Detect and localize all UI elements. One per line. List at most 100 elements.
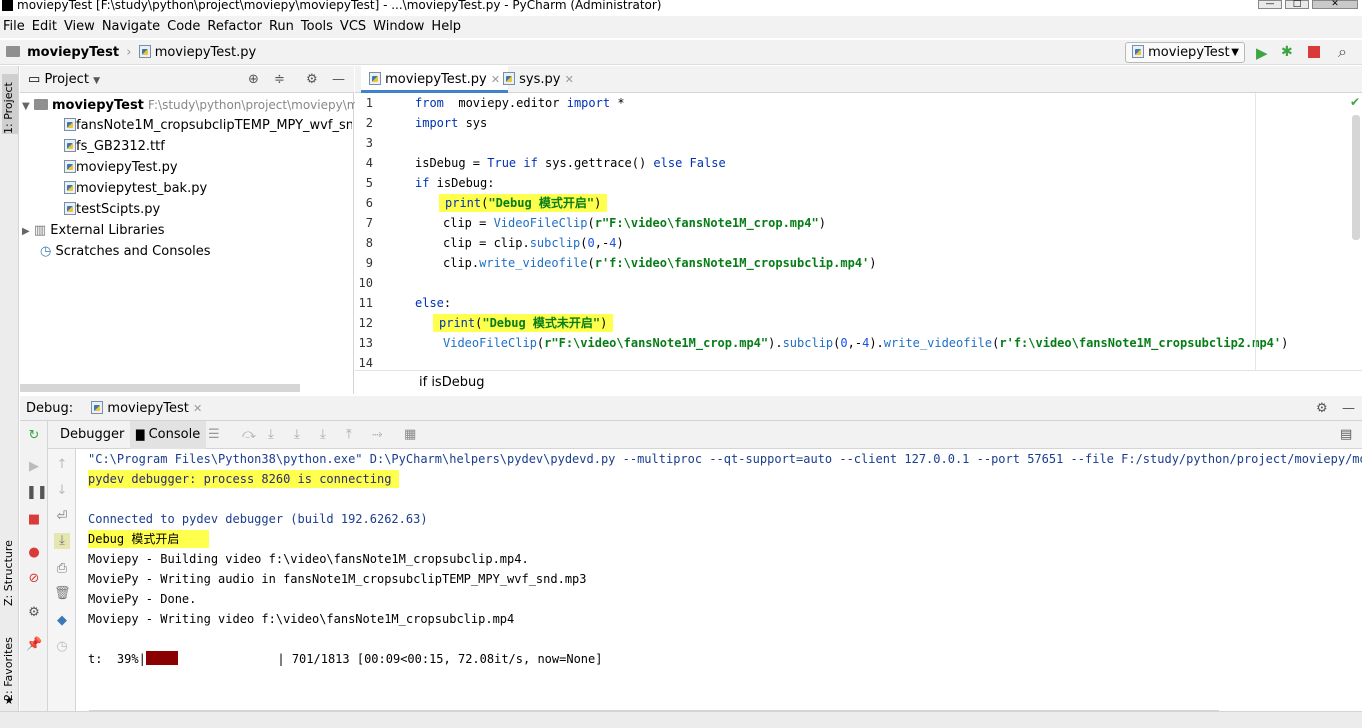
tab-structure[interactable]: Z: Structure	[2, 536, 18, 606]
menu-help[interactable]: Help	[431, 19, 461, 34]
locate-icon[interactable]: ⊕	[248, 66, 259, 93]
left-tool-strip: 1: Project Z: Structure 2: Favorites ★	[0, 66, 19, 728]
debug-icon[interactable]: ✱	[1281, 44, 1293, 60]
editor-gutter: 1 2 3 4 5 6 7 8 9 10 11 12 13 14	[355, 93, 435, 370]
python-file-icon	[503, 72, 515, 85]
clock-icon[interactable]: ◷	[54, 639, 70, 655]
menu-icon[interactable]: ☰	[208, 421, 220, 449]
run-config-dropdown[interactable]: moviepyTest ▼	[1125, 42, 1245, 63]
pin-icon[interactable]: 📌	[26, 637, 42, 653]
close-icon[interactable]: ✕	[193, 402, 202, 415]
menu-run[interactable]: Run	[269, 19, 294, 34]
python-file-icon	[138, 45, 151, 58]
console-output[interactable]: "C:\Program Files\Python38\python.exe" D…	[77, 449, 1362, 718]
stop-icon[interactable]	[1308, 46, 1320, 58]
step-over-icon[interactable]: ⤼	[242, 421, 256, 449]
stop-icon[interactable]: ■	[26, 512, 42, 528]
collapse-icon[interactable]: ≑	[274, 66, 285, 93]
code-line: import sys	[415, 116, 488, 130]
nav-project[interactable]: moviepyTest	[27, 45, 119, 60]
tab-label: sys.py	[519, 72, 561, 87]
run-icon[interactable]: ▶	[1256, 44, 1268, 62]
horizontal-scrollbar[interactable]	[20, 384, 300, 392]
menu-window[interactable]: Window	[373, 19, 424, 34]
vertical-scrollbar[interactable]	[1352, 115, 1360, 240]
menu-view[interactable]: View	[64, 19, 95, 34]
line-number: 5	[365, 176, 373, 190]
list-item[interactable]: moviepyTest.py	[64, 158, 178, 178]
mute-breakpoints-icon[interactable]: ⊘	[26, 571, 42, 587]
menu-file[interactable]: File	[3, 19, 25, 34]
force-step-into-icon[interactable]: ⤓	[320, 421, 326, 449]
tree-root[interactable]: ▼ moviepyTest F:\study\python\project\mo…	[22, 95, 366, 117]
python-file-icon	[64, 202, 76, 215]
list-item[interactable]: fs_GB2312.ttf	[64, 137, 165, 157]
rerun-icon[interactable]: ↻	[26, 428, 42, 444]
file-name: testScipts.py	[76, 202, 161, 217]
evaluate-icon[interactable]: ▦	[404, 421, 416, 449]
gear-icon[interactable]: ⚙	[26, 605, 42, 621]
breakpoints-icon[interactable]: ●	[26, 545, 42, 561]
pause-icon[interactable]: ❚❚	[26, 485, 48, 501]
python-console-icon[interactable]: ◆	[54, 613, 70, 629]
minimize-button[interactable]: —	[1258, 0, 1282, 9]
console-toolbar: ↑ ↓ ⏎ ⤓ ⎙ 🗑 ◆ ◷	[48, 449, 76, 711]
scroll-to-end-icon[interactable]: ⤓	[54, 533, 70, 549]
trash-icon[interactable]: 🗑	[54, 586, 71, 602]
menu-tools[interactable]: Tools	[301, 19, 333, 34]
console-line: Debug 模式开启	[88, 529, 210, 549]
hide-icon[interactable]: —	[332, 66, 345, 93]
up-icon[interactable]: ↑	[54, 457, 70, 473]
file-name: moviepyTest.py	[76, 160, 178, 175]
debug-toolbar: ↻ ▶ ❚❚ ■ ● ⊘ ⚙ 📌	[20, 421, 48, 711]
tab-moviepytest[interactable]: moviepyTest.py ✕	[361, 66, 509, 93]
console-line: Connected to pydev debugger (build 192.6…	[88, 512, 428, 526]
chevron-down-icon: ▼	[1231, 47, 1239, 58]
project-view-icon: ▭	[28, 72, 41, 87]
soft-wrap-icon[interactable]: ⏎	[54, 509, 70, 525]
pycharm-logo-icon	[2, 0, 13, 11]
tab-favorites[interactable]: 2: Favorites	[2, 631, 18, 701]
window-title: moviepyTest [F:\study\python\project\mov…	[17, 0, 662, 12]
list-item[interactable]: moviepytest_bak.py	[64, 179, 207, 199]
chevron-down-icon[interactable]: ▼	[93, 76, 100, 86]
step-out-icon[interactable]: ⤒	[346, 421, 352, 449]
code-editor[interactable]: from moviepy.editor import * import sys …	[405, 93, 1362, 370]
tree-scratches[interactable]: ◷ Scratches and Consoles	[40, 242, 211, 262]
file-name: moviepytest_bak.py	[76, 181, 208, 196]
breadcrumb-item[interactable]: if isDebug	[419, 375, 484, 390]
print-icon[interactable]: ⎙	[54, 561, 70, 577]
gear-icon[interactable]: ⚙	[1316, 396, 1328, 421]
layout-icon[interactable]: ▤	[1340, 421, 1352, 449]
step-into-my-code-icon[interactable]: ⤓	[294, 421, 300, 449]
nav-file[interactable]: moviepyTest.py	[155, 45, 257, 60]
gear-icon[interactable]: ⚙	[306, 66, 318, 93]
tab-debugger[interactable]: Debugger	[60, 421, 124, 449]
tab-console[interactable]: ▇ Console	[130, 421, 207, 449]
python-file-icon	[64, 181, 76, 194]
line-number: 12	[358, 316, 373, 330]
tree-external-libraries[interactable]: ▶ ▥ External Libraries	[22, 221, 165, 242]
menu-vcs[interactable]: VCS	[340, 19, 366, 34]
step-into-icon[interactable]: ⤓	[268, 421, 274, 449]
debug-session-tab[interactable]: moviepyTest	[107, 401, 188, 416]
search-icon[interactable]: ⌕	[1338, 42, 1347, 62]
menu-code[interactable]: Code	[167, 19, 200, 34]
menu-edit[interactable]: Edit	[32, 19, 57, 34]
hide-icon[interactable]: —	[1342, 396, 1355, 421]
list-item[interactable]: fansNote1M_cropsubclipTEMP_MPY_wvf_snd.m	[64, 116, 352, 136]
list-item[interactable]: testScipts.py	[64, 200, 160, 220]
down-icon[interactable]: ↓	[54, 483, 70, 499]
menu-navigate[interactable]: Navigate	[102, 19, 160, 34]
tab-project[interactable]: 1: Project	[2, 74, 18, 134]
project-panel-title[interactable]: Project	[44, 72, 88, 87]
close-window-button[interactable]: ✕	[1312, 0, 1358, 9]
maximize-button[interactable]: □	[1285, 0, 1309, 9]
resume-icon[interactable]: ▶	[26, 459, 42, 475]
debug-panel-header: Debug: moviepyTest ✕ ⚙ —	[20, 396, 1362, 421]
menu-refactor[interactable]: Refactor	[207, 19, 262, 34]
close-icon[interactable]: ✕	[565, 73, 574, 86]
run-to-cursor-icon[interactable]: ⤑	[372, 421, 382, 449]
console-line: t: 39%| | 701/1813 [00:09<00:15, 72.08it…	[88, 649, 602, 669]
tab-sys[interactable]: sys.py ✕	[495, 66, 582, 93]
